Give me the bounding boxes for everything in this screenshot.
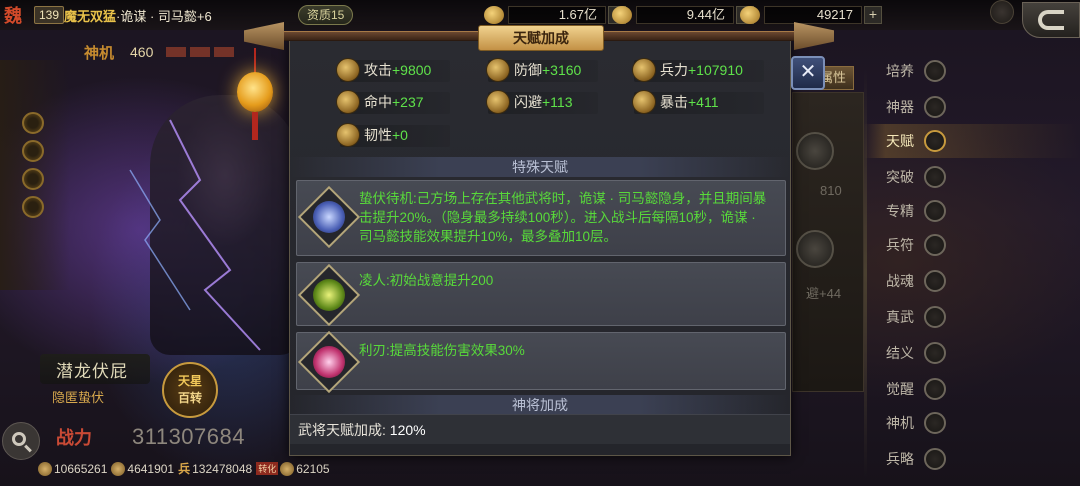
zhenwu-icon (924, 306, 946, 328)
warsoul-icon (924, 270, 946, 292)
underlying-value: 810 (820, 183, 842, 198)
sidebar-item-tally[interactable]: 兵符 (864, 228, 1080, 262)
sidebar-item-mastery[interactable]: 专精 (864, 194, 1080, 228)
strategy-icon (924, 448, 946, 470)
lantern-tassel (252, 112, 258, 140)
awaken-icon (924, 378, 946, 400)
shenji-label: 神机 (84, 44, 115, 62)
medal-icon (632, 90, 656, 114)
general-bonus-row: 武将天赋加成: 120% (290, 414, 790, 444)
back-button[interactable] (1022, 2, 1080, 38)
stat-hit: 命中 +237 (336, 90, 424, 114)
stealth-talent-icon (297, 185, 361, 249)
shenji-value: 460 (130, 44, 154, 60)
blade-talent-icon (297, 330, 361, 394)
medal-icon (486, 90, 510, 114)
search-icon (12, 432, 26, 446)
star-button-line1: 天星 (177, 374, 202, 388)
lantern-icon[interactable] (237, 72, 273, 112)
sidebar-item-warsoul[interactable]: 战魂 (864, 264, 1080, 298)
breakthrough-icon (924, 166, 946, 188)
close-button[interactable]: ✕ (791, 56, 825, 90)
stat-attack: 攻击 +9800 (336, 58, 431, 82)
attribute-orb-icon (796, 132, 834, 170)
divine-mech-icon (924, 412, 946, 434)
bonus-label: 武将天赋加成: (298, 422, 386, 438)
sidebar-item-cultivate[interactable]: 培养 (864, 54, 1080, 88)
convert-tag: 转化 (256, 462, 279, 475)
hero-subtitle: 隐匿蛰伏 (52, 390, 105, 405)
stat-defense: 防御 +3160 (486, 58, 581, 82)
hero-nickname: 魔无双猛 (64, 9, 117, 24)
cultivate-icon (924, 60, 946, 82)
bottom-stat: 4641901 (111, 460, 174, 477)
stat-tenacity: 韧性 +0 (336, 123, 408, 147)
menu-circle-icon[interactable] (990, 0, 1014, 24)
mastery-icon (924, 200, 946, 222)
hero-title-text: 潜龙伏屁 (56, 362, 128, 382)
gold-icon (280, 461, 295, 476)
bottom-stat: 兵 132478048 (178, 461, 253, 477)
medal-icon (632, 58, 656, 82)
back-arrow-icon (1038, 10, 1064, 30)
hero-title: ·诡谋 · 司马懿+6 (116, 9, 212, 24)
medal-icon (336, 58, 360, 82)
shenji-stars (166, 47, 234, 57)
bottom-stat: 10665261 (38, 460, 107, 477)
stat-dodge: 闪避 +113 (486, 90, 573, 114)
sidebar-item-awaken[interactable]: 觉醒 (864, 372, 1080, 406)
sidebar-item-zhenwu[interactable]: 真武 (864, 300, 1080, 334)
search-button[interactable] (2, 422, 40, 460)
sidebar-item-divine-mech[interactable]: 神机 (864, 406, 1080, 440)
star-transform-button[interactable]: 天星 百转 (162, 362, 218, 418)
slot-icon (22, 140, 44, 162)
add-ingot-button[interactable]: + (864, 6, 882, 24)
hero-name: 魔无双猛·诡谋 · 司马懿+6 (64, 6, 212, 25)
sidebar-item-breakthrough[interactable]: 突破 (864, 160, 1080, 194)
sidebar-item-oath[interactable]: 结义 (864, 336, 1080, 370)
tally-icon (924, 234, 946, 256)
soldier-icon: 兵 (178, 462, 191, 476)
lightning-effect (129, 119, 261, 351)
domineer-talent-icon (297, 263, 361, 327)
stat-crit: 暴击 +411 (632, 90, 719, 114)
talent-row: 蛰伏待机:己方场上存在其他武将时，诡谋 · 司马懿隐身，并且期间暴击提升20%。… (296, 180, 786, 256)
artifact-icon (924, 96, 946, 118)
special-talent-header: 特殊天赋 (290, 157, 790, 177)
medal-icon (336, 90, 360, 114)
talent-description: 利刃:提高技能伤害效果30% (359, 343, 525, 358)
slot-icon (22, 112, 44, 134)
gold-icon (38, 461, 52, 476)
faction-badge: 魏 (4, 6, 22, 27)
talent-description: 蛰伏待机:己方场上存在其他武将时，诡谋 · 司马懿隐身，并且期间暴击提升20%。… (359, 191, 767, 244)
sidebar-item-artifact[interactable]: 神器 (864, 90, 1080, 124)
star-button-line2: 百转 (177, 391, 202, 405)
power-value: 311307684 (132, 424, 245, 449)
slot-icon (22, 168, 44, 190)
slot-icon (22, 196, 44, 218)
lantern-string (254, 48, 256, 74)
bonus-value: 120% (389, 422, 426, 438)
sidebar-item-talent[interactable]: 天赋 (864, 124, 1080, 158)
dialog-title: 天赋加成 (478, 25, 604, 51)
right-sidebar: 培养 神器 天赋 突破 专精 兵符 战魂 真武 结义 觉醒 神机 兵略 (864, 48, 1080, 486)
bottom-stats-row: 10665261 4641901 兵 132478048 转化 62105 (38, 460, 330, 477)
gold-icon (111, 461, 126, 476)
attribute-orb-icon (796, 230, 834, 268)
stat-troops: 兵力 +107910 (632, 58, 743, 82)
power-label: 战力 (56, 428, 92, 449)
bottom-stat: 转化 62105 (256, 461, 330, 476)
medal-icon (486, 58, 510, 82)
talent-icon (924, 130, 946, 152)
talent-row: 凌人:初始战意提升200 (296, 262, 786, 327)
talent-row: 利刃:提高技能伤害效果30% (296, 330, 786, 394)
oath-icon (924, 342, 946, 364)
sidebar-item-strategy[interactable]: 兵略 (864, 442, 1080, 476)
medal-icon (336, 123, 360, 147)
talent-description: 凌人:初始战意提升200 (359, 273, 494, 288)
underlying-value: 避+44 (806, 286, 842, 301)
hero-level-badge: 139 (34, 6, 65, 24)
general-bonus-header: 神将加成 (290, 395, 790, 415)
